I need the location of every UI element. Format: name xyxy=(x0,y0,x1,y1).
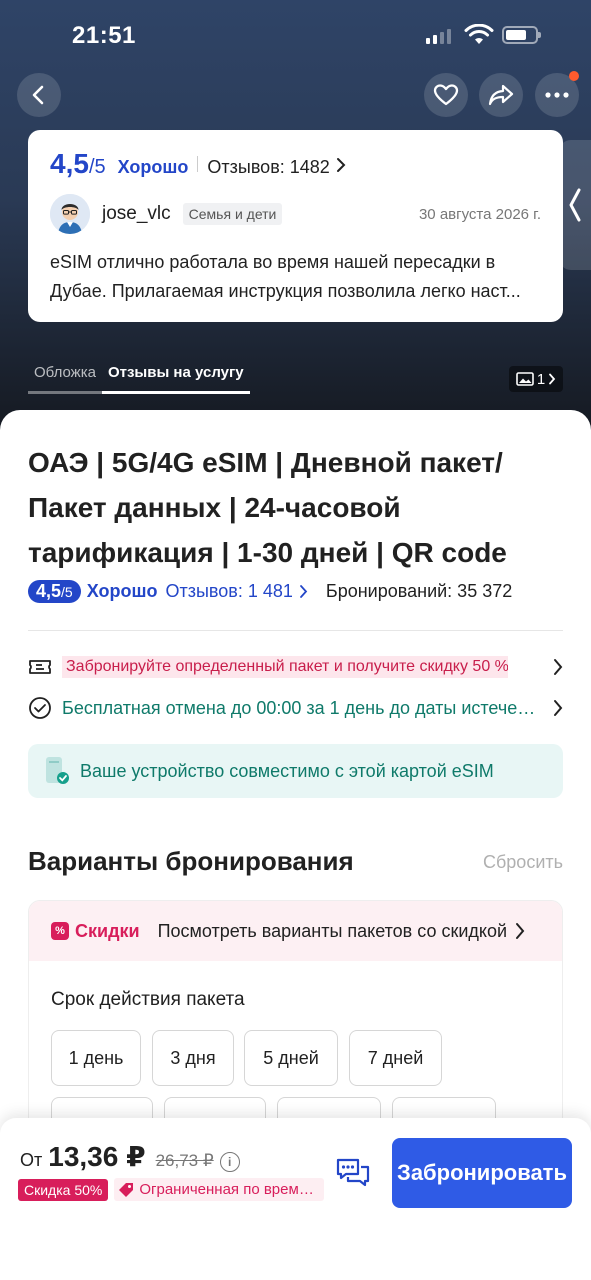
old-price: 26,73 ₽ xyxy=(155,1151,214,1170)
next-review-handle[interactable] xyxy=(559,140,591,270)
rating-score: 4,5 xyxy=(36,581,62,601)
share-icon xyxy=(488,84,514,106)
divider xyxy=(197,156,199,172)
divider xyxy=(28,630,563,631)
chevron-right-icon xyxy=(554,700,563,716)
user-avatar-icon xyxy=(50,194,90,234)
status-bar: 21:51 xyxy=(0,20,591,50)
share-button[interactable] xyxy=(479,73,523,117)
back-button[interactable] xyxy=(17,73,61,117)
rating-text: Хорошо xyxy=(86,581,158,601)
hero-section: 21:51 4,5 /5 Хорошо Отзывов: 1482 jose_v… xyxy=(0,0,591,440)
free-cancellation-row[interactable]: Бесплатная отмена до 00:00 за 1 день до … xyxy=(28,693,563,723)
chevron-right-icon xyxy=(549,373,556,385)
chevron-right-icon xyxy=(300,585,308,598)
tab-service-reviews[interactable]: Отзывы на услугу xyxy=(101,360,250,394)
cellular-signal-icon xyxy=(426,28,451,44)
compatibility-banner: Ваше устройство совместимо с этой картой… xyxy=(28,744,563,798)
reviews-count-link[interactable]: Отзывов: 1482 xyxy=(207,157,329,178)
rating-max: /5 xyxy=(61,584,73,600)
reset-button[interactable]: Сбросить xyxy=(483,852,563,873)
discount-badge: Скидка 50% xyxy=(18,1178,109,1201)
image-count-button[interactable]: 1 xyxy=(509,366,563,392)
review-card[interactable]: 4,5 /5 Хорошо Отзывов: 1482 jose_vlc Сем… xyxy=(28,130,563,322)
review-text-line: Дубае. Прилагаемая инструкция позволила … xyxy=(50,281,521,301)
more-button[interactable] xyxy=(535,71,579,117)
duration-option[interactable]: 7 дней xyxy=(349,1030,442,1086)
price-tags: Скидка 50% Ограниченная по времени акция xyxy=(18,1178,325,1201)
chat-button[interactable] xyxy=(334,1156,372,1195)
chevron-right-icon xyxy=(516,923,525,939)
chevron-right-icon xyxy=(554,659,563,675)
rating-text: Хорошо xyxy=(117,157,189,177)
chevron-left-icon xyxy=(32,85,44,105)
review-text-line: eSIM отлично работала во время нашей пер… xyxy=(50,252,496,272)
notification-dot xyxy=(569,71,579,81)
rating-max: /5 xyxy=(88,156,106,178)
review-author-name: jose_vlc xyxy=(102,203,171,224)
tab-cover[interactable]: Обложка xyxy=(28,360,102,394)
review-author: jose_vlc Семья и дети xyxy=(50,194,283,234)
wifi-icon xyxy=(464,24,494,44)
heart-icon xyxy=(433,84,459,106)
promo-row[interactable]: Забронируйте определенный пакет и получи… xyxy=(28,652,563,682)
review-author-tag: Семья и дети xyxy=(182,203,283,225)
phone-check-icon xyxy=(46,757,69,784)
current-price: 13,36 ₽ xyxy=(48,1141,146,1172)
limited-offer-text: Ограниченная по времени акция xyxy=(139,1181,319,1198)
bookings-count: Бронирований: 35 372 xyxy=(325,581,513,601)
image-count: 1 xyxy=(536,370,546,388)
image-icon xyxy=(516,372,534,386)
rating-badge: 4,5/5 xyxy=(28,580,81,603)
validity-label: Срок действия пакета xyxy=(51,989,245,1010)
check-circle-icon xyxy=(28,696,52,720)
price-tag-icon xyxy=(119,1182,134,1197)
favorite-button[interactable] xyxy=(424,73,468,117)
chevron-right-icon xyxy=(336,158,346,172)
ticket-icon xyxy=(28,655,52,679)
page-title: ОАЭ | 5G/4G eSIM | Дневной пакет/ Пакет … xyxy=(28,447,507,568)
gallery-tabs: Обложка Отзывы на услугу xyxy=(28,360,250,394)
rating-score: 4,5 xyxy=(50,148,89,179)
discount-banner[interactable]: % Скидки Посмотреть варианты пакетов со … xyxy=(29,901,562,961)
price-from-label: От xyxy=(20,1150,43,1170)
booking-options-heading: Варианты бронирования xyxy=(28,846,354,876)
more-horizontal-icon xyxy=(545,92,569,98)
limited-offer-badge: Ограниченная по времени акция xyxy=(114,1178,325,1201)
promo-text: Забронируйте определенный пакет и получи… xyxy=(62,656,508,678)
discount-icon: % xyxy=(51,922,69,940)
duration-option[interactable]: 5 дней xyxy=(244,1030,338,1086)
bottom-booking-bar: От 13,36 ₽ 26,73 ₽ i Скидка 50% Ограниче… xyxy=(0,1118,591,1280)
battery-icon xyxy=(502,26,541,44)
avatar xyxy=(50,194,90,234)
review-text: eSIM отлично работала во время нашей пер… xyxy=(50,248,542,306)
product-rating-row: 4,5/5 Хорошо Отзывов: 1 481 Бронирований… xyxy=(28,580,512,603)
discount-label: Скидки xyxy=(75,920,140,941)
info-icon[interactable]: i xyxy=(219,1152,240,1172)
review-date: 30 августа 2026 г. xyxy=(418,206,541,223)
compatibility-text: Ваше устройство совместимо с этой картой… xyxy=(80,760,494,781)
duration-option[interactable]: 3 дня xyxy=(152,1030,234,1086)
duration-option[interactable]: 1 день xyxy=(51,1030,141,1086)
status-time: 21:51 xyxy=(72,22,136,49)
reviews-count-link[interactable]: Отзывов: 1 481 xyxy=(165,581,292,602)
book-button[interactable]: Забронировать xyxy=(392,1138,572,1208)
price-row: От 13,36 ₽ 26,73 ₽ i xyxy=(20,1140,240,1173)
discount-text: Посмотреть варианты пакетов со скидкой xyxy=(157,920,508,941)
chat-icon xyxy=(336,1158,370,1187)
review-rating-row[interactable]: 4,5 /5 Хорошо Отзывов: 1482 xyxy=(50,148,346,180)
chevron-left-icon xyxy=(569,188,581,222)
cancel-text: Бесплатная отмена до 00:00 за 1 день до … xyxy=(62,697,538,718)
